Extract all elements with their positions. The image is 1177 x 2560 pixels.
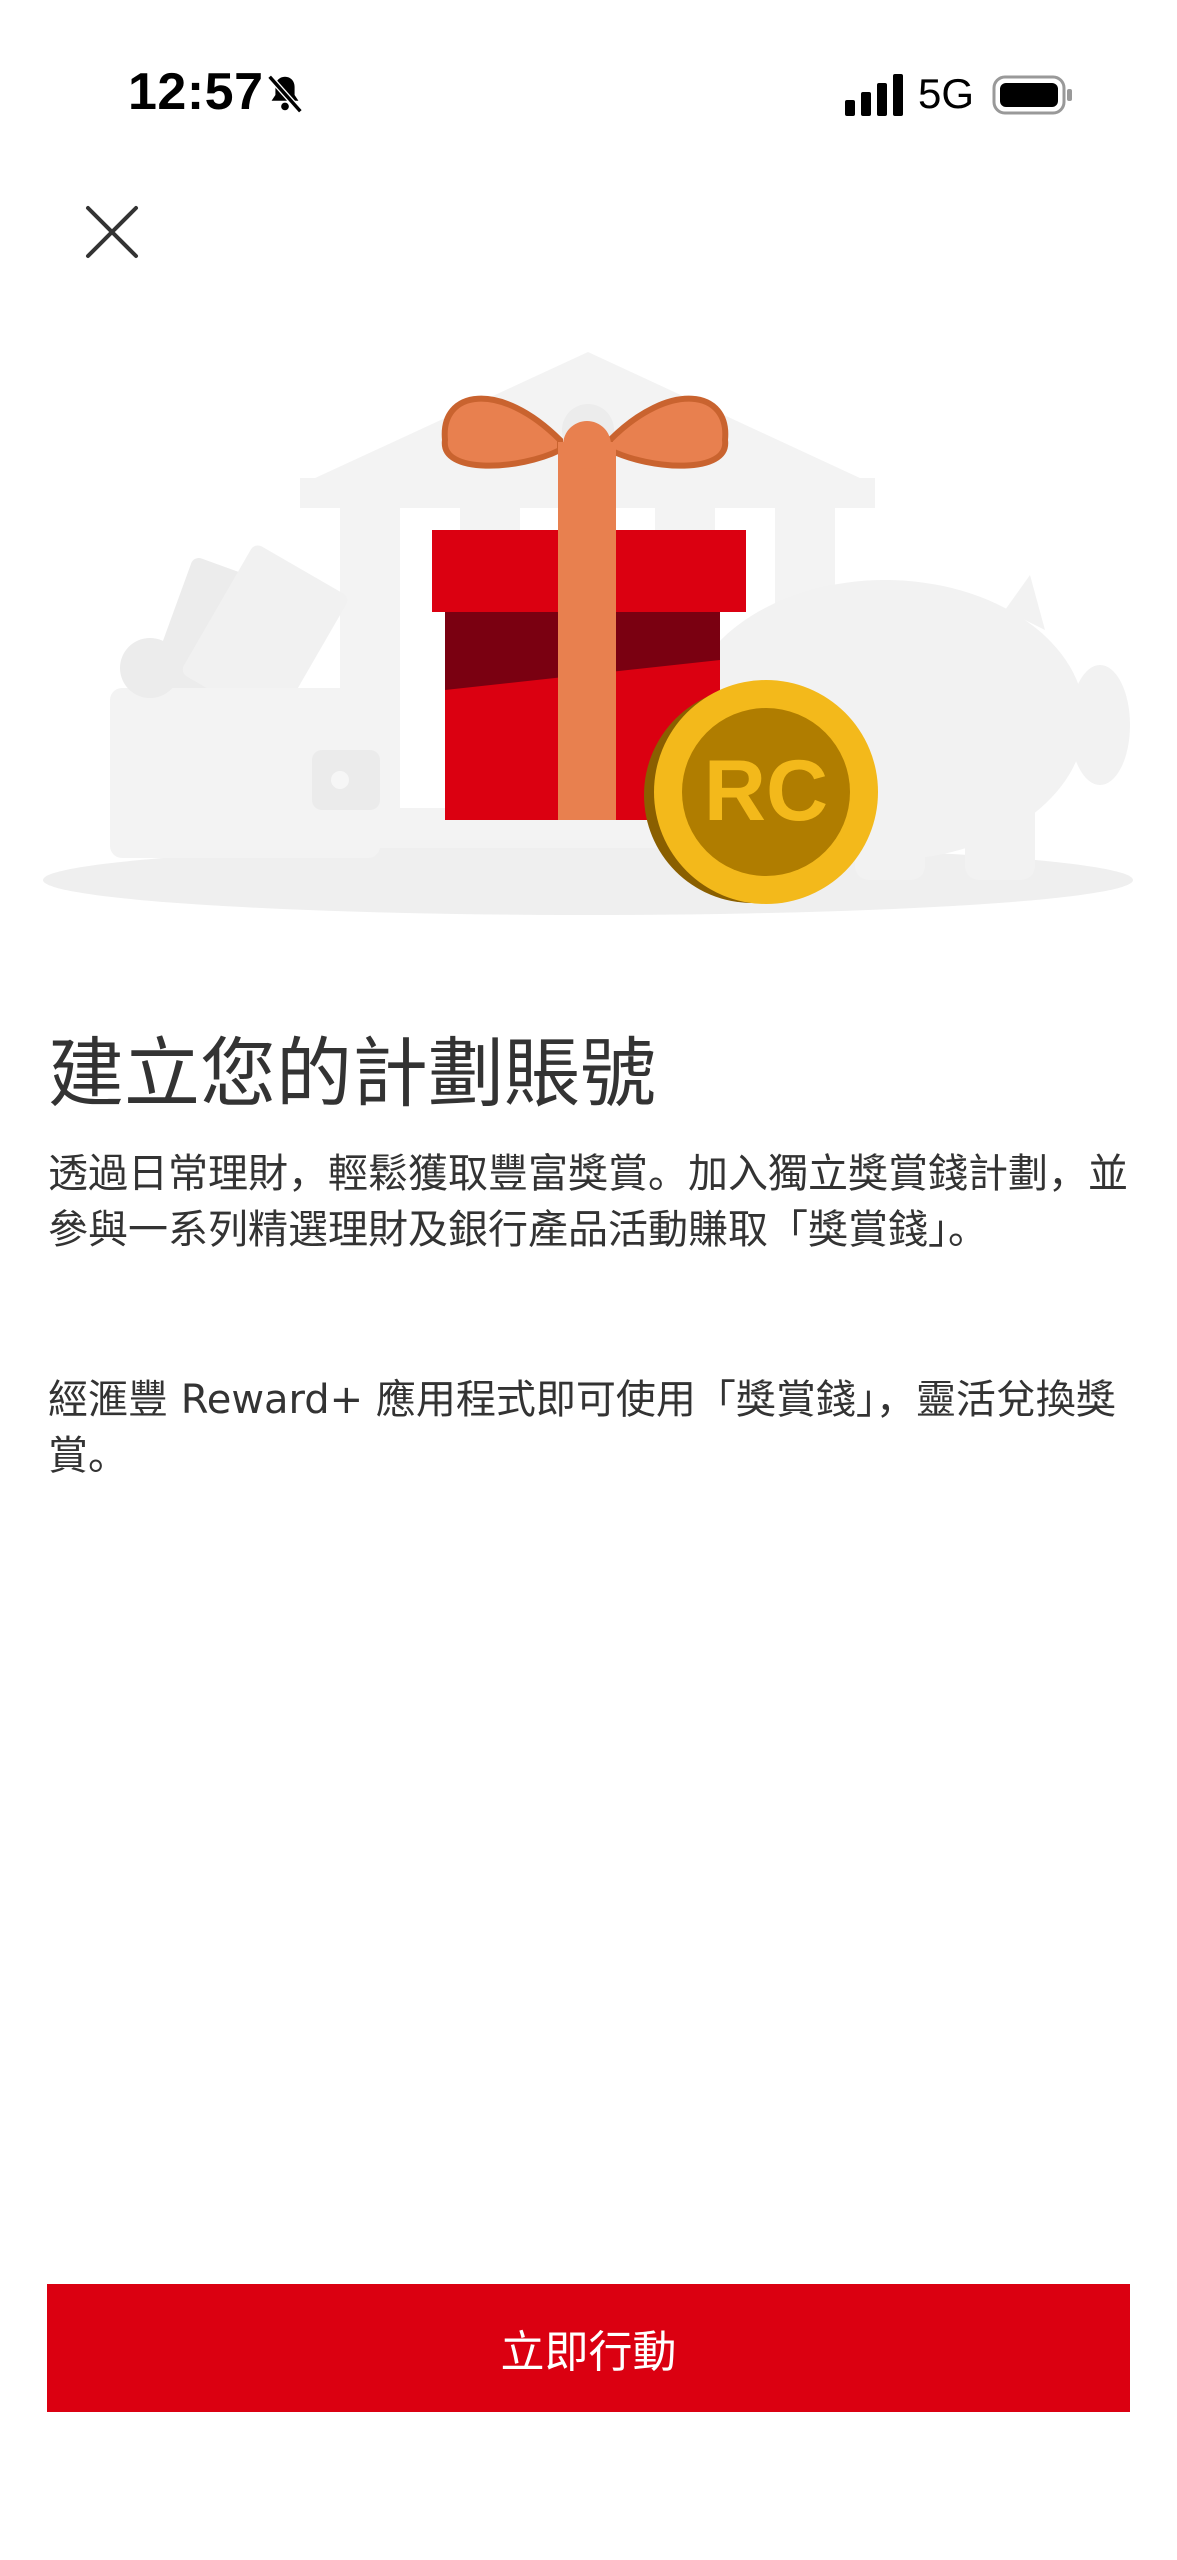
- status-time: 12:57: [128, 63, 264, 121]
- hero-illustration: RC: [43, 352, 1133, 915]
- coin-label: RC: [704, 743, 828, 839]
- description-paragraph-2: 經滙豐 Reward+ 應用程式即可使用「獎賞錢」，靈活兌換獎賞。: [48, 1377, 1116, 1479]
- description-paragraph-1: 透過日常理財，輕鬆獲取豐富獎賞。加入獨立獎賞錢計劃，並參與一系列精選理財及銀行產…: [48, 1151, 1128, 1253]
- page-title: 建立您的計劃賬號: [48, 1029, 656, 1118]
- status-bar: 12:57 5G: [0, 0, 1177, 190]
- bell-slash-icon: [267, 74, 303, 114]
- act-now-button[interactable]: 立即行動: [47, 2284, 1130, 2412]
- close-icon: [86, 206, 138, 258]
- network-label: 5G: [918, 70, 975, 117]
- close-button[interactable]: [78, 198, 148, 268]
- wallet-icon: [110, 545, 380, 858]
- cellular-signal-icon: [845, 74, 903, 116]
- battery-icon: [992, 75, 1072, 115]
